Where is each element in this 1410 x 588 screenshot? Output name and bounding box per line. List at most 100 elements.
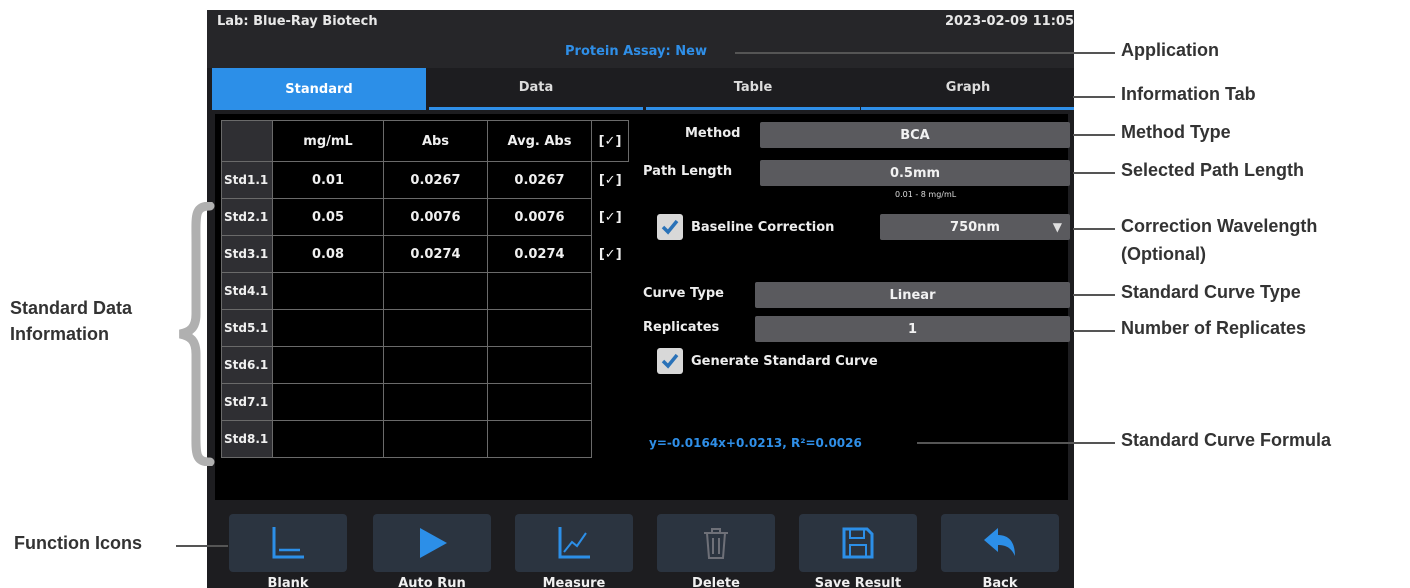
baseline-checkbox[interactable] [657,214,683,240]
cell-avg: 0.0267 [487,161,592,199]
annotation-replicates: Number of Replicates [1121,318,1307,338]
replicates-label: Replicates [643,320,720,335]
leader-line [917,442,1115,444]
cell-abs [383,420,488,458]
annotation-path-length: Selected Path Length [1121,160,1305,180]
save-result-label: Save Result [814,576,902,588]
cell-abs [383,383,488,421]
baseline-label: Baseline Correction [691,220,835,235]
wavelength-dropdown[interactable]: 750nm ▼ [880,214,1070,240]
cell-check[interactable] [592,273,629,310]
cell-conc [272,420,384,458]
delete-label: Delete [692,576,740,588]
table-row[interactable]: Std4.1 [221,272,629,310]
back-button[interactable] [941,514,1059,572]
cell-avg [487,272,592,310]
measure-chart-icon [558,527,590,559]
checkmark-icon [661,219,679,235]
cell-abs [383,309,488,347]
delete-button[interactable] [657,514,775,572]
wavelength-value: 750nm [950,219,1000,235]
blank-label: Blank [267,576,309,588]
curve-type-label: Curve Type [643,286,724,301]
standard-table: mg/mL Abs Avg. Abs [✓] Std1.1 0.01 0.026… [221,120,629,458]
table-row[interactable]: Std3.1 0.08 0.0274 0.0274 [✓] [221,235,629,273]
annotation-method-type: Method Type [1121,122,1231,142]
annotation-correction: Correction Wavelength [1121,216,1318,236]
blank-button[interactable] [229,514,347,572]
leader-line [1073,294,1115,296]
tab-data[interactable]: Data [429,68,643,110]
method-field[interactable]: BCA [760,122,1070,148]
row-id: Std3.1 [221,235,273,273]
cell-avg: 0.0274 [487,235,592,273]
cell-avg [487,309,592,347]
save-result-button[interactable] [799,514,917,572]
table-row[interactable]: Std7.1 [221,383,629,421]
leader-line [176,545,228,547]
cell-avg: 0.0076 [487,198,592,236]
checkmark-icon [661,353,679,369]
curve-formula: y=-0.0164x+0.0213, R²=0.0026 [649,436,862,450]
cell-avg [487,383,592,421]
cell-conc: 0.01 [272,161,384,199]
table-row[interactable]: Std1.1 0.01 0.0267 0.0267 [✓] [221,161,629,199]
blank-axis-icon [272,527,304,559]
cell-conc: 0.05 [272,198,384,236]
row-id: Std4.1 [221,272,273,310]
cell-avg [487,420,592,458]
leader-line [1073,330,1115,332]
cell-check[interactable]: [✓] [592,162,629,199]
cell-check[interactable]: [✓] [592,236,629,273]
cell-avg [487,346,592,384]
leader-line [1073,228,1115,230]
play-icon [420,528,447,558]
chevron-down-icon: ▼ [1052,220,1062,234]
cell-check[interactable] [592,347,629,384]
trash-icon [704,528,728,559]
leader-line [1073,96,1115,98]
annotation-std-data: Standard Data [10,298,133,318]
tab-table[interactable]: Table [646,68,860,110]
cell-abs [383,272,488,310]
annotation-correction-optional: (Optional) [1121,244,1206,264]
table-row[interactable]: Std6.1 [221,346,629,384]
generate-curve-checkbox[interactable] [657,348,683,374]
cell-conc [272,346,384,384]
tab-standard[interactable]: Standard [212,68,426,110]
auto-run-button[interactable] [373,514,491,572]
annotation-function-icons: Function Icons [14,533,142,553]
header-avg-abs: Avg. Abs [487,120,592,162]
table-row[interactable]: Std8.1 [221,420,629,458]
cell-check[interactable] [592,384,629,421]
save-icon [842,527,874,559]
table-row[interactable]: Std5.1 [221,309,629,347]
tab-graph[interactable]: Graph [861,68,1074,110]
cell-conc: 0.08 [272,235,384,273]
auto-run-label: Auto Run [398,576,466,588]
path-length-field[interactable]: 0.5mm [760,160,1070,186]
device-screen: Lab: Blue-Ray Biotech 2023-02-09 11:05 P… [207,10,1074,588]
cell-abs [383,346,488,384]
datetime: 2023-02-09 11:05 [944,14,1074,29]
curly-brace-icon [178,202,215,466]
top-bar: Lab: Blue-Ray Biotech 2023-02-09 11:05 P… [207,10,1074,68]
replicates-field[interactable]: 1 [755,316,1070,342]
cell-conc [272,272,384,310]
lab-name: Lab: Blue-Ray Biotech [217,14,378,29]
table-row[interactable]: Std2.1 0.05 0.0076 0.0076 [✓] [221,198,629,236]
annotation-formula: Standard Curve Formula [1121,430,1332,450]
curve-type-field[interactable]: Linear [755,282,1070,308]
path-length-label: Path Length [643,164,733,179]
cell-conc [272,309,384,347]
cell-check[interactable] [592,310,629,347]
leader-line [1073,134,1115,136]
cell-check[interactable] [592,421,629,458]
cell-check[interactable]: [✓] [592,199,629,236]
back-arrow-icon [984,528,1015,556]
range-hint: 0.01 - 8 mg/mL [895,190,957,199]
row-id: Std2.1 [221,198,273,236]
measure-button[interactable] [515,514,633,572]
cell-abs: 0.0267 [383,161,488,199]
row-id: Std5.1 [221,309,273,347]
